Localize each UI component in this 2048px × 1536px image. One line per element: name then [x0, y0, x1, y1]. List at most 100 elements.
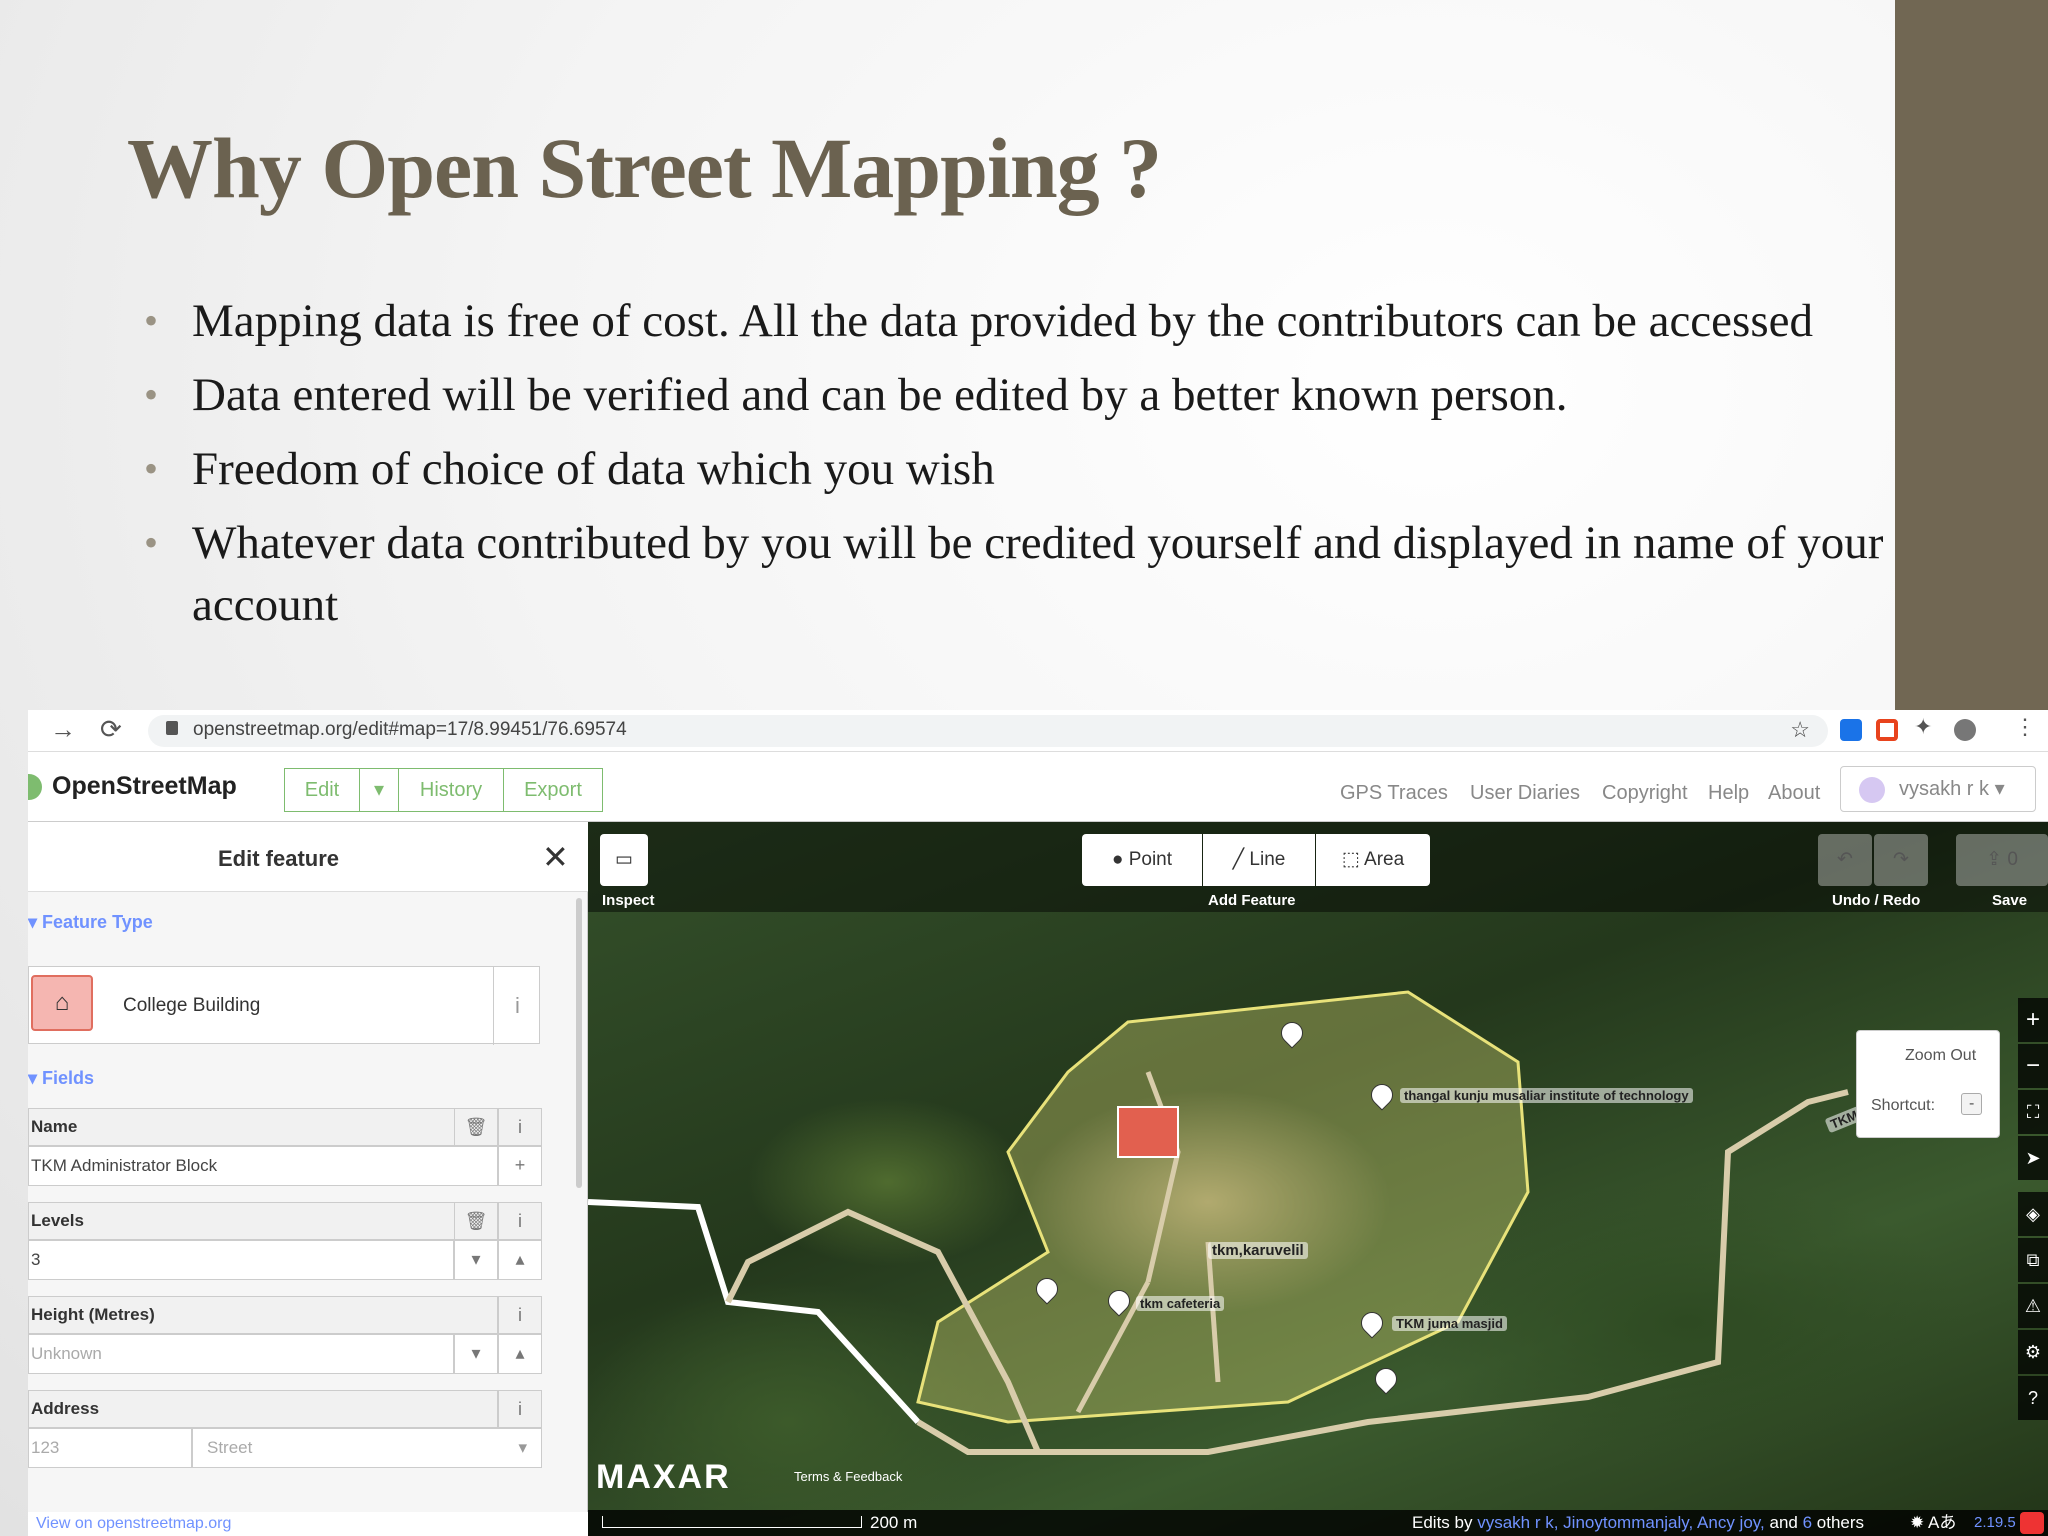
map-label-masjid[interactable]: TKM juma masjid	[1392, 1316, 1507, 1331]
height-field[interactable]: Unknown	[28, 1334, 454, 1374]
add-line-button[interactable]: ╱ Line	[1203, 834, 1315, 886]
road-white	[588, 1199, 921, 1425]
point-icon: ●	[1111, 849, 1124, 870]
profile-avatar[interactable]	[1954, 719, 1976, 741]
zoom-in-icon[interactable]: +	[2018, 998, 2048, 1042]
undo-redo-label: Undo / Redo	[1832, 892, 1921, 909]
issues-icon[interactable]: ⚠	[2018, 1284, 2048, 1328]
map-label-institute[interactable]: thangal kunju musaliar institute of tech…	[1400, 1088, 1693, 1103]
osm-brand[interactable]: OpenStreetMap	[52, 772, 237, 801]
view-on-osm-link[interactable]: View on openstreetmap.org	[28, 1512, 588, 1536]
map-label-karuvelil[interactable]: tkm,karuvelil	[1208, 1242, 1308, 1259]
map-overlay	[588, 990, 1849, 1455]
edit-credits: Edits by vysakh r k, Jinoytommanjaly, An…	[1412, 1513, 1865, 1532]
osm-editor-screenshot: → ⟳ openstreetmap.org/edit#map=17/8.9945…	[28, 710, 2048, 1536]
nav-about[interactable]: About	[1768, 782, 1820, 805]
notification-badge[interactable]	[2020, 1512, 2044, 1534]
nav-gps-traces[interactable]: GPS Traces	[1340, 782, 1448, 805]
selected-building	[1117, 1106, 1179, 1158]
extension-icon[interactable]	[1840, 719, 1862, 741]
trash-icon[interactable]: 🗑	[454, 1202, 498, 1240]
feature-type-selector[interactable]: ⌂ College Building i	[28, 966, 541, 1045]
inspect-label: Inspect	[602, 892, 655, 909]
decrement-icon[interactable]: ▾	[454, 1334, 498, 1374]
scale-bar[interactable]	[602, 1516, 862, 1528]
levels-field[interactable]: 3	[28, 1240, 454, 1280]
bug-language-icon[interactable]: ✹ Aあ	[1910, 1510, 1956, 1536]
map-label-cafeteria[interactable]: tkm cafeteria	[1136, 1296, 1225, 1311]
field-label-height: Height (Metres)	[28, 1296, 498, 1334]
add-point-button[interactable]: ● Point	[1082, 834, 1202, 886]
edit-dropdown-button[interactable]: ▾	[359, 768, 399, 812]
field-label-name: Name	[28, 1108, 498, 1146]
map-canvas[interactable]: ▭ Inspect ● Point ╱ Line ⬚ Area Add Feat…	[588, 822, 2048, 1536]
zoom-out-tooltip: Zoom Out Shortcut: -	[1856, 1030, 2000, 1138]
help-icon[interactable]: ?	[2018, 1376, 2048, 1420]
map-data-icon[interactable]: ⧉	[2018, 1238, 2048, 1282]
preferences-icon[interactable]: ⚙	[2018, 1330, 2048, 1374]
maxar-logo: MAXAR	[596, 1458, 731, 1496]
geolocate-icon[interactable]: ➤	[2018, 1136, 2048, 1180]
nav-copyright[interactable]: Copyright	[1602, 782, 1688, 805]
trash-icon[interactable]: 🗑	[454, 1108, 498, 1146]
nav-help[interactable]: Help	[1708, 782, 1749, 805]
decrement-icon[interactable]: ▾	[454, 1240, 498, 1280]
map-footer: 200 m Edits by vysakh r k, Jinoytommanja…	[588, 1510, 2048, 1536]
info-icon[interactable]: i	[493, 967, 541, 1045]
upload-icon: ⇪	[1986, 849, 2003, 870]
shortcut-key: -	[1961, 1093, 1983, 1115]
history-button[interactable]: History	[398, 768, 504, 812]
chevron-down-icon: ▾	[518, 1438, 527, 1457]
close-icon[interactable]: ✕	[542, 838, 569, 876]
inspect-toggle-button[interactable]: ▭	[600, 834, 648, 886]
increment-icon[interactable]: ▴	[498, 1334, 542, 1374]
add-icon[interactable]: +	[498, 1146, 542, 1186]
nav-user-diaries[interactable]: User Diaries	[1470, 782, 1580, 805]
puzzle-icon[interactable]: ✦	[1914, 714, 1932, 740]
address-street-field[interactable]: Street ▾	[192, 1428, 542, 1468]
terms-feedback-link[interactable]: Terms & Feedback	[794, 1469, 902, 1484]
save-button[interactable]: ⇪ 0	[1956, 834, 2048, 886]
slide-accent-bar	[1895, 0, 2048, 716]
increment-icon[interactable]: ▴	[498, 1240, 542, 1280]
reload-icon[interactable]: ⟳	[100, 714, 122, 745]
forward-icon[interactable]: →	[50, 714, 76, 745]
edit-feature-panel: Edit feature ✕ ▾ Feature Type ⌂ College …	[28, 822, 588, 1536]
bullet-list: • Mapping data is free of cost. All the d…	[140, 290, 1900, 648]
field-label-levels: Levels	[28, 1202, 498, 1240]
panel-title: Edit feature	[218, 846, 340, 871]
address-bar[interactable]: openstreetmap.org/edit#map=17/8.99451/76…	[148, 715, 1828, 747]
info-icon[interactable]: i	[498, 1296, 542, 1334]
scale-label: 200 m	[870, 1513, 918, 1532]
panel-header: Edit feature ✕	[28, 822, 588, 892]
version-label[interactable]: 2.19.5	[1974, 1510, 2016, 1536]
redo-icon[interactable]: ↷	[1874, 834, 1928, 886]
bullet-item: • Whatever data contributed by you will b…	[144, 517, 1884, 631]
info-icon[interactable]: i	[498, 1202, 542, 1240]
save-label: Save	[1992, 892, 2028, 909]
avatar	[1859, 777, 1885, 803]
line-icon: ╱	[1232, 849, 1245, 870]
extension-icon[interactable]	[1876, 719, 1898, 741]
name-field[interactable]: TKM Administrator Block	[28, 1146, 498, 1186]
user-menu[interactable]: vysakh r k ▾	[1840, 766, 2036, 812]
panel-scrollbar[interactable]	[576, 898, 582, 1188]
zoom-to-selection-icon[interactable]: ⛶	[2018, 1090, 2048, 1134]
zoom-out-icon[interactable]: −	[2018, 1044, 2048, 1088]
edit-button[interactable]: Edit	[284, 768, 360, 812]
bullet-item: • Mapping data is free of cost. All the d…	[144, 295, 1813, 347]
undo-icon[interactable]: ↶	[1818, 834, 1872, 886]
star-icon[interactable]: ☆	[1790, 717, 1810, 743]
menu-icon[interactable]: ⋮	[2014, 714, 2036, 740]
browser-toolbar: → ⟳ openstreetmap.org/edit#map=17/8.9945…	[28, 710, 2048, 752]
info-icon[interactable]: i	[498, 1390, 542, 1428]
add-area-button[interactable]: ⬚ Area	[1316, 834, 1430, 886]
slide-title: Why Open Street Mapping ?	[127, 120, 1162, 216]
college-building-icon: ⌂	[31, 975, 93, 1031]
fields-heading[interactable]: ▾ Fields	[28, 1068, 94, 1089]
address-number-field[interactable]: 123	[28, 1428, 192, 1468]
feature-type-heading[interactable]: ▾ Feature Type	[28, 912, 153, 933]
info-icon[interactable]: i	[498, 1108, 542, 1146]
export-button[interactable]: Export	[503, 768, 603, 812]
layers-icon[interactable]: ◈	[2018, 1192, 2048, 1236]
